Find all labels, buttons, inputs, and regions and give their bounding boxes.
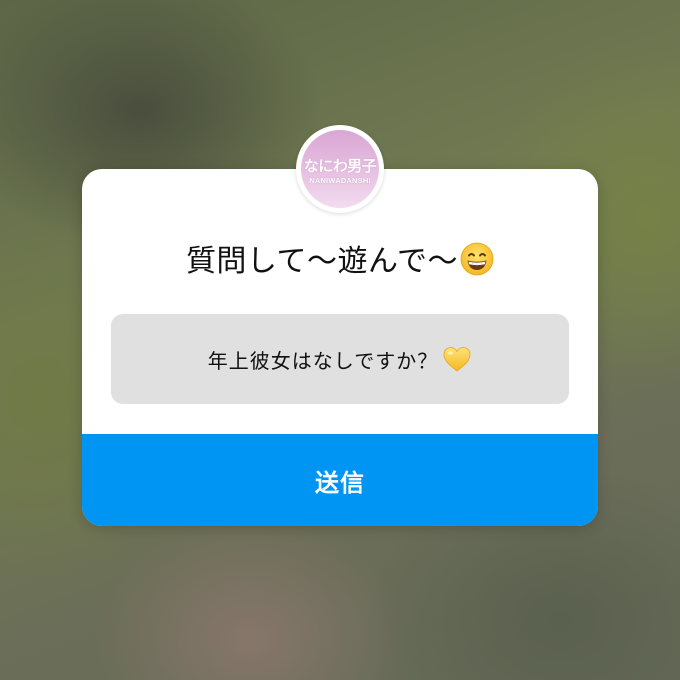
question-prompt: 質問して〜遊んで〜 [82, 241, 598, 283]
logo-text-en: NANIWADANSHI [309, 176, 371, 185]
question-sticker-card: 質問して〜遊んで〜 年上彼女はなしですか？ 送信 [82, 169, 598, 526]
question-prompt-text: 質問して〜遊んで〜 [185, 244, 459, 279]
yellow-heart-emoji-icon [442, 345, 472, 373]
naniwa-danshi-logo: なにわ男子 NANIWADANSHI [301, 130, 379, 208]
answer-field[interactable]: 年上彼女はなしですか？ [111, 314, 569, 404]
answer-content: 年上彼女はなしですか？ [208, 345, 472, 374]
send-button-label: 送信 [315, 469, 365, 497]
grinning-face-emoji-icon [460, 242, 494, 276]
answer-text: 年上彼女はなしですか？ [207, 348, 439, 373]
send-button[interactable]: 送信 [82, 434, 598, 526]
logo-text-jp: なにわ男子 [303, 157, 377, 175]
avatar: なにわ男子 NANIWADANSHI [296, 125, 384, 213]
